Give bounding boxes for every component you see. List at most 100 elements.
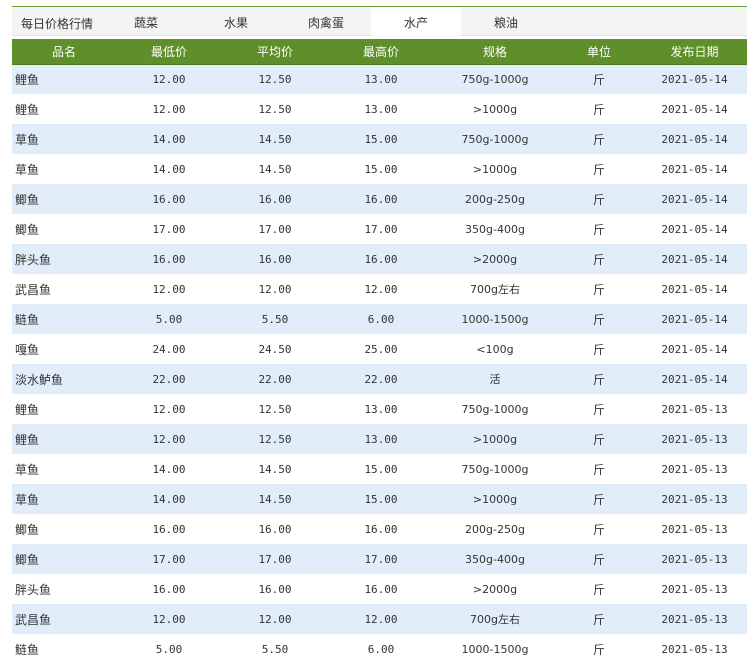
cell-spec: 750g-1000g [461, 462, 529, 476]
cell-avg-price: 24.50 [258, 342, 292, 356]
cell-min-price: 5.00 [155, 642, 183, 656]
cell-min-price: 16.00 [152, 582, 186, 596]
cell-publish-date: 2021-05-14 [661, 252, 728, 266]
cell-publish-date: 2021-05-14 [661, 342, 728, 356]
cell-min-price: 12.00 [152, 612, 186, 626]
cell-product-name: 嘎鱼 [15, 342, 40, 357]
cell-publish-date: 2021-05-14 [661, 162, 728, 176]
cell-avg-price: 16.00 [258, 522, 292, 536]
cell-min-price: 12.00 [152, 432, 186, 446]
table-row: 鲤鱼 12.00 12.50 13.00 750g-1000g 斤 2021-05-13 [12, 394, 747, 424]
cell-avg-price: 14.50 [258, 162, 292, 176]
cell-max-price: 22.00 [364, 372, 398, 386]
cell-avg-price: 12.00 [258, 612, 292, 626]
cell-publish-date: 2021-05-14 [661, 102, 728, 116]
cell-unit: 斤 [592, 402, 605, 417]
cell-unit: 斤 [592, 552, 605, 567]
cell-spec: 活 [489, 373, 501, 386]
cell-product-name: 鲢鱼 [15, 312, 40, 327]
table-row: 鲫鱼 16.00 16.00 16.00 200g-250g 斤 2021-05-14 [12, 184, 747, 214]
tab-label: 粮油 [494, 16, 519, 30]
tab-vegetables[interactable]: 蔬菜 [134, 7, 184, 36]
cell-unit: 斤 [592, 432, 605, 447]
cell-avg-price: 14.50 [258, 462, 292, 476]
tab-fruit[interactable]: 水果 [224, 7, 274, 36]
cell-product-name: 草鱼 [15, 492, 40, 507]
cell-spec: >1000g [472, 432, 518, 446]
table-row: 鲢鱼 5.00 5.50 6.00 1000-1500g 斤 2021-05-13 [12, 634, 747, 664]
cell-avg-price: 12.50 [258, 102, 292, 116]
cell-product-name: 鲢鱼 [15, 642, 40, 657]
cell-publish-date: 2021-05-13 [661, 492, 728, 506]
cell-avg-price: 17.00 [258, 552, 292, 566]
cell-spec: <100g [476, 342, 514, 356]
section-title: 每日价格行情 [21, 17, 94, 31]
table-row: 草鱼 14.00 14.50 15.00 750g-1000g 斤 2021-05-13 [12, 454, 747, 484]
cell-spec: >1000g [472, 102, 518, 116]
header-avg-price: 平均价 [222, 39, 328, 65]
cell-min-price: 16.00 [152, 192, 186, 206]
cell-spec: 350g-400g [465, 552, 525, 566]
table-row: 鲫鱼 17.00 17.00 17.00 350g-400g 斤 2021-05-13 [12, 544, 747, 574]
table-row: 鲤鱼 12.00 12.50 13.00 >1000g 斤 2021-05-14 [12, 94, 747, 124]
tab-grain-oil[interactable]: 粮油 [494, 7, 544, 36]
cell-max-price: 16.00 [364, 582, 398, 596]
cell-unit: 斤 [592, 582, 605, 597]
cell-product-name: 淡水鲈鱼 [15, 372, 64, 387]
cell-product-name: 鲫鱼 [15, 522, 40, 537]
cell-unit: 斤 [592, 72, 605, 87]
header-publish-date: 发布日期 [642, 39, 747, 65]
cell-publish-date: 2021-05-13 [661, 582, 728, 596]
cell-min-price: 12.00 [152, 402, 186, 416]
tab-label: 蔬菜 [134, 16, 159, 30]
cell-unit: 斤 [592, 342, 605, 357]
table-body: 鲤鱼 12.00 12.50 13.00 750g-1000g 斤 2021-05-14 鲤鱼… [12, 64, 747, 664]
cell-unit: 斤 [592, 522, 605, 537]
cell-avg-price: 5.50 [261, 642, 289, 656]
cell-unit: 斤 [592, 192, 605, 207]
cell-avg-price: 16.00 [258, 252, 292, 266]
cell-product-name: 鲤鱼 [15, 102, 40, 117]
tab-aquatic-products[interactable]: 水产 [371, 7, 461, 36]
cell-product-name: 草鱼 [15, 462, 40, 477]
table-row: 嘎鱼 24.00 24.50 25.00 <100g 斤 2021-05-14 [12, 334, 747, 364]
cell-product-name: 鲤鱼 [15, 432, 40, 447]
tab-meat-poultry-eggs[interactable]: 肉禽蛋 [308, 7, 368, 36]
cell-spec: 1000-1500g [461, 312, 529, 326]
cell-max-price: 6.00 [367, 642, 395, 656]
cell-product-name: 鲫鱼 [15, 222, 40, 237]
cell-publish-date: 2021-05-13 [661, 522, 728, 536]
cell-product-name: 草鱼 [15, 162, 40, 177]
table-row: 鲤鱼 12.00 12.50 13.00 >1000g 斤 2021-05-13 [12, 424, 747, 454]
table-row: 草鱼 14.00 14.50 15.00 >1000g 斤 2021-05-13 [12, 484, 747, 514]
table-row: 鲢鱼 5.00 5.50 6.00 1000-1500g 斤 2021-05-14 [12, 304, 747, 334]
cell-avg-price: 5.50 [261, 312, 289, 326]
cell-avg-price: 17.00 [258, 222, 292, 236]
cell-max-price: 17.00 [364, 222, 398, 236]
cell-publish-date: 2021-05-14 [661, 192, 728, 206]
cell-product-name: 武昌鱼 [15, 612, 52, 627]
cell-product-name: 鲤鱼 [15, 402, 40, 417]
cell-spec: 1000-1500g [461, 642, 529, 656]
cell-unit: 斤 [592, 312, 605, 327]
cell-avg-price: 22.00 [258, 372, 292, 386]
cell-avg-price: 16.00 [258, 192, 292, 206]
table-row: 鲫鱼 17.00 17.00 17.00 350g-400g 斤 2021-05-14 [12, 214, 747, 244]
cell-unit: 斤 [592, 492, 605, 507]
header-unit: 单位 [556, 39, 642, 65]
cell-unit: 斤 [592, 462, 605, 477]
table-row: 草鱼 14.00 14.50 15.00 750g-1000g 斤 2021-05-14 [12, 124, 747, 154]
cell-publish-date: 2021-05-13 [661, 462, 728, 476]
cell-max-price: 12.00 [364, 612, 398, 626]
cell-product-name: 草鱼 [15, 132, 40, 147]
cell-publish-date: 2021-05-14 [661, 312, 728, 326]
table-row: 鲤鱼 12.00 12.50 13.00 750g-1000g 斤 2021-05-14 [12, 64, 747, 94]
cell-product-name: 鲫鱼 [15, 552, 40, 567]
cell-publish-date: 2021-05-13 [661, 552, 728, 566]
cell-product-name: 鲫鱼 [15, 192, 40, 207]
cell-spec: 700g左右 [470, 613, 520, 626]
table-row: 草鱼 14.00 14.50 15.00 >1000g 斤 2021-05-14 [12, 154, 747, 184]
cell-spec: 200g-250g [465, 192, 525, 206]
cell-avg-price: 12.50 [258, 72, 292, 86]
cell-avg-price: 12.00 [258, 282, 292, 296]
